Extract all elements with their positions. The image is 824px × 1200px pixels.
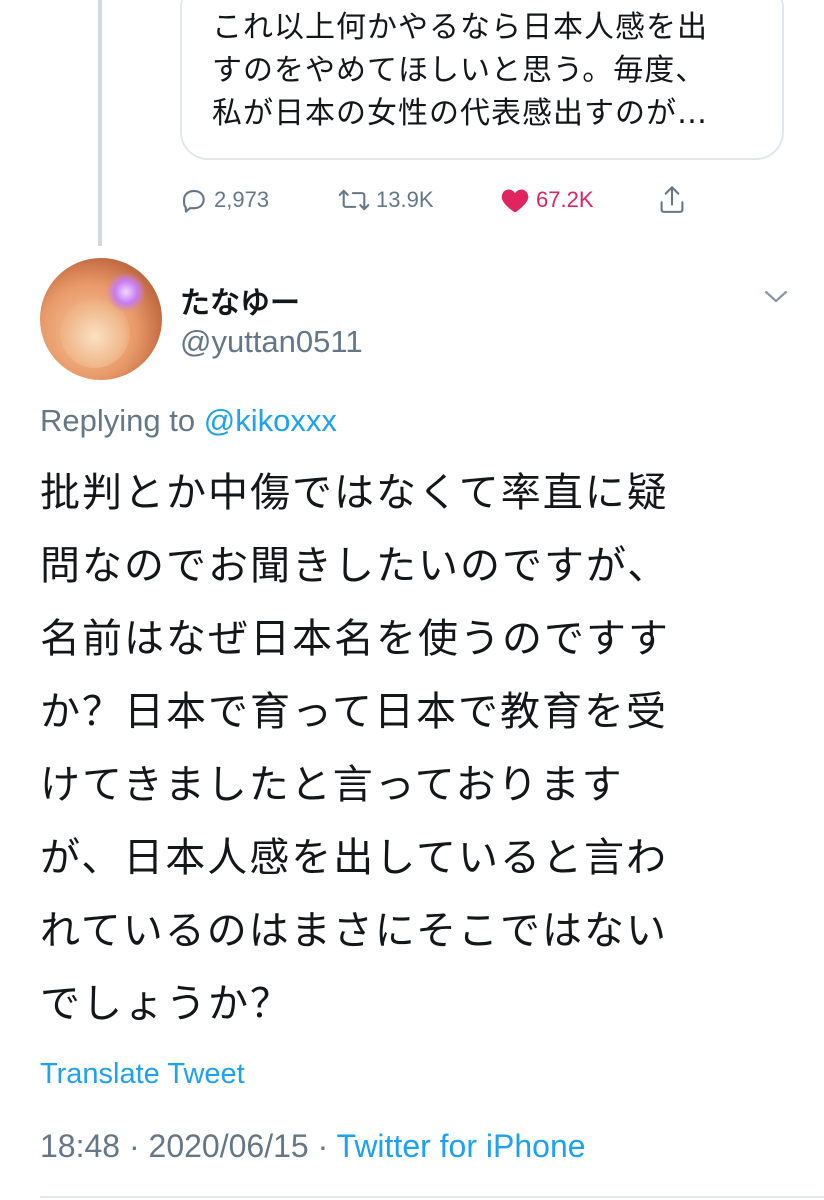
author-handle[interactable]: @yuttan0511: [180, 324, 363, 360]
tweet-text: 批判とか中傷ではなくて率直に疑 問なのでお聞きしたいのですが、 名前はなぜ日本名…: [40, 457, 790, 1041]
tweet-text-line: けてきましたと言っております: [40, 762, 624, 808]
avatar-sparkle: [106, 272, 146, 312]
tweet-text-line: 問なのでお聞きしたいのですが、: [40, 543, 670, 589]
retweet-icon: [338, 186, 370, 214]
tweet-text-line: でしょうか？: [40, 981, 292, 1027]
tweet-time: 18:48: [40, 1128, 121, 1164]
reply-icon: [180, 186, 208, 214]
tweet-text-line: か？日本で育って日本で教育を受: [40, 689, 668, 735]
translate-tweet-link[interactable]: Translate Tweet: [40, 1058, 245, 1091]
retweet-button[interactable]: 13.9K: [338, 180, 434, 220]
quoted-tweet-text: これ以上何かやるなら日本人感を出 すのをやめてほしいと思う。毎度、 私が日本の女…: [212, 6, 772, 135]
tweet-source-link[interactable]: Twitter for iPhone: [337, 1128, 586, 1164]
replying-to: Replying to @kikoxxx: [40, 403, 337, 439]
quoted-tweet-line: 私が日本の女性の代表感出すのが…: [212, 96, 708, 131]
replying-to-prefix: Replying to: [40, 403, 196, 438]
meta-separator: ·: [128, 1128, 140, 1164]
tweet-text-line: 名前はなぜ日本名を使うのですす: [40, 616, 670, 662]
retweet-count: 13.9K: [376, 187, 434, 212]
tweet-text-line: 批判とか中傷ではなくて率直に疑: [40, 470, 669, 516]
tweet-text-line: れているのはまさにそこではない: [40, 908, 668, 954]
tweet-date: 2020/06/15: [148, 1128, 309, 1164]
reply-count: 2,973: [214, 187, 270, 212]
share-icon: [658, 185, 686, 215]
share-button[interactable]: [658, 180, 686, 220]
reply-button[interactable]: 2,973: [180, 180, 269, 220]
like-button[interactable]: 67.2K: [500, 180, 594, 220]
author-name[interactable]: たなゆー: [180, 278, 300, 322]
chevron-down-icon[interactable]: [762, 286, 790, 306]
like-count: 67.2K: [536, 187, 594, 212]
quoted-tweet-line: すのをやめてほしいと思う。毎度、: [212, 53, 707, 88]
replying-to-mention[interactable]: @kikoxxx: [204, 403, 337, 438]
avatar[interactable]: [40, 258, 162, 380]
tweet-text-line: が、日本人感を出していると言わ: [40, 835, 668, 881]
tweet-action-bar: 2,973 13.9K 67.2K: [0, 180, 824, 220]
quoted-tweet-line: これ以上何かやるなら日本人感を出: [212, 10, 708, 45]
heart-icon: [500, 186, 530, 214]
tweet-meta: 18:48 · 2020/06/15 · Twitter for iPhone: [40, 1128, 586, 1165]
divider: [40, 1196, 824, 1198]
meta-separator: ·: [317, 1128, 329, 1164]
